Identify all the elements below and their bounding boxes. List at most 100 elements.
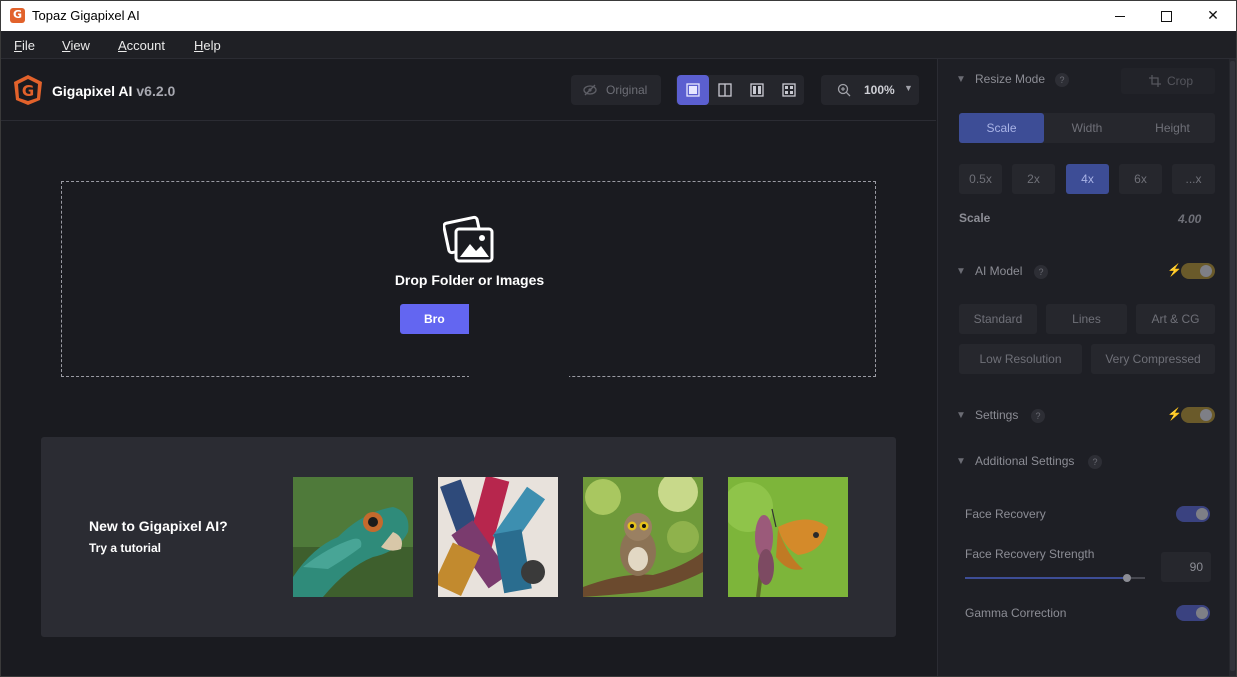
grid-view-button[interactable]: [773, 75, 805, 105]
split-view-button[interactable]: [709, 75, 741, 105]
side-by-side-view-button[interactable]: [741, 75, 773, 105]
image-drop-zone[interactable]: Drop Folder or Images Bro: [61, 181, 876, 378]
scale-option-6x[interactable]: 6x: [1119, 164, 1162, 194]
zoom-dropdown[interactable]: 100% ▼: [821, 75, 919, 105]
title-bar: Topaz Gigapixel AI ✕: [1, 1, 1236, 31]
face-recovery-strength-input[interactable]: 90: [1161, 552, 1211, 582]
lightning-icon: ⚡: [1167, 263, 1182, 277]
help-icon[interactable]: ?: [1088, 455, 1102, 469]
toggle-knob: [1196, 607, 1208, 619]
face-recovery-label: Face Recovery: [965, 507, 1046, 521]
settings-title: Settings: [975, 408, 1019, 422]
gigapixel-logo-icon: G: [14, 75, 42, 105]
menu-account-mnemonic: A: [118, 38, 127, 53]
chevron-down-icon[interactable]: ▼: [956, 410, 966, 421]
help-icon[interactable]: ?: [1031, 409, 1045, 423]
split-view-icon: [718, 83, 732, 97]
ai-model-title: AI Model: [975, 264, 1023, 278]
strength-value: 90: [1189, 560, 1203, 574]
scale-option-4x[interactable]: 4x: [1066, 164, 1109, 194]
slider-handle[interactable]: [1123, 574, 1131, 582]
menu-file-label: ile: [21, 38, 35, 53]
browse-label: Bro: [424, 312, 445, 326]
model-low-resolution[interactable]: Low Resolution: [959, 344, 1082, 374]
menu-view[interactable]: View: [62, 38, 90, 53]
scale-label: Scale: [959, 211, 991, 225]
model-standard[interactable]: Standard: [959, 304, 1037, 334]
minimize-button[interactable]: [1097, 1, 1143, 31]
side-by-side-icon: [750, 83, 764, 97]
crop-button[interactable]: Crop: [1121, 68, 1215, 94]
main-header: G Gigapixel AI v6.2.0 Original 100% ▼: [1, 59, 936, 121]
menu-bar: File View Account Help: [1, 31, 1236, 59]
face-recovery-strength-label: Face Recovery Strength: [965, 547, 1095, 561]
menu-help-mnemonic: H: [194, 38, 204, 53]
original-toggle-button[interactable]: Original: [571, 75, 661, 105]
slider-fill: [965, 577, 1127, 579]
close-button[interactable]: ✕: [1190, 1, 1236, 31]
ai-model-auto-toggle[interactable]: [1181, 263, 1215, 279]
model-very-compressed[interactable]: Very Compressed: [1091, 344, 1215, 374]
panel-scrollbar[interactable]: [1229, 59, 1236, 676]
brand-title: Gigapixel AI v6.2.0: [52, 83, 175, 99]
tutorial-thumbnail-owl[interactable]: [583, 477, 703, 597]
butterfly-image: [728, 477, 848, 597]
window-title: Topaz Gigapixel AI: [32, 8, 140, 23]
tutorial-thumbnail-butterfly[interactable]: [728, 477, 848, 597]
scrollbar-thumb[interactable]: [1230, 61, 1235, 671]
grid-view-icon: [782, 83, 796, 97]
scale-option-0-5x[interactable]: 0.5x: [959, 164, 1002, 194]
scale-value[interactable]: 4.00: [1178, 212, 1201, 226]
menu-help[interactable]: Help: [194, 38, 221, 53]
scale-option-custom[interactable]: ...x: [1172, 164, 1215, 194]
help-icon[interactable]: ?: [1055, 73, 1069, 87]
toggle-knob: [1200, 409, 1212, 421]
tutorial-link[interactable]: Try a tutorial: [89, 541, 161, 555]
toggle-knob: [1196, 508, 1208, 520]
images-icon: [443, 215, 494, 263]
tutorial-thumbnail-lizard[interactable]: [293, 477, 413, 597]
model-art-cg[interactable]: Art & CG: [1136, 304, 1215, 334]
view-mode-group: [676, 75, 804, 105]
maximize-button[interactable]: [1143, 1, 1189, 31]
tab-scale[interactable]: Scale: [959, 113, 1044, 143]
face-recovery-strength-slider[interactable]: [965, 574, 1145, 582]
chevron-down-icon[interactable]: ▼: [956, 266, 966, 277]
chevron-down-icon[interactable]: ▼: [956, 74, 966, 85]
paintbrushes-image: [438, 477, 558, 597]
settings-panel: ▼ Resize Mode ? Crop Scale Width Height …: [937, 59, 1236, 676]
tab-height[interactable]: Height: [1130, 113, 1215, 143]
eye-off-icon: [583, 84, 597, 96]
gamma-correction-label: Gamma Correction: [965, 606, 1067, 620]
menu-account-label: ccount: [126, 38, 165, 53]
help-icon[interactable]: ?: [1034, 265, 1048, 279]
app-logo-icon: [10, 8, 25, 23]
menu-view-label: iew: [70, 38, 90, 53]
chevron-down-icon[interactable]: ▼: [956, 456, 966, 467]
render-artifact: [469, 304, 569, 378]
app-version: v6.2.0: [136, 83, 176, 99]
crop-icon: [1149, 75, 1161, 87]
drop-title: Drop Folder or Images: [394, 272, 545, 288]
face-recovery-toggle[interactable]: [1176, 506, 1210, 522]
lightning-icon: ⚡: [1167, 407, 1182, 421]
app-window: Topaz Gigapixel AI ✕ File View Account H…: [0, 0, 1237, 677]
tab-width[interactable]: Width: [1044, 113, 1130, 143]
settings-auto-toggle[interactable]: [1181, 407, 1215, 423]
menu-file-mnemonic: F: [14, 38, 22, 53]
scale-option-2x[interactable]: 2x: [1012, 164, 1055, 194]
toggle-knob: [1200, 265, 1212, 277]
menu-file[interactable]: File: [14, 38, 35, 53]
owl-image: [583, 477, 703, 597]
tutorial-thumbnail-paintbrushes[interactable]: [438, 477, 558, 597]
single-view-icon: [686, 83, 700, 97]
gamma-correction-toggle[interactable]: [1176, 605, 1210, 621]
tutorial-panel: New to Gigapixel AI? Try a tutorial: [41, 437, 896, 637]
zoom-value: 100%: [864, 83, 895, 97]
tutorial-title: New to Gigapixel AI?: [89, 518, 228, 534]
crop-label: Crop: [1167, 74, 1194, 88]
resize-mode-title: Resize Mode: [975, 72, 1046, 86]
menu-account[interactable]: Account: [118, 38, 165, 53]
single-view-button[interactable]: [677, 75, 709, 105]
model-lines[interactable]: Lines: [1046, 304, 1127, 334]
